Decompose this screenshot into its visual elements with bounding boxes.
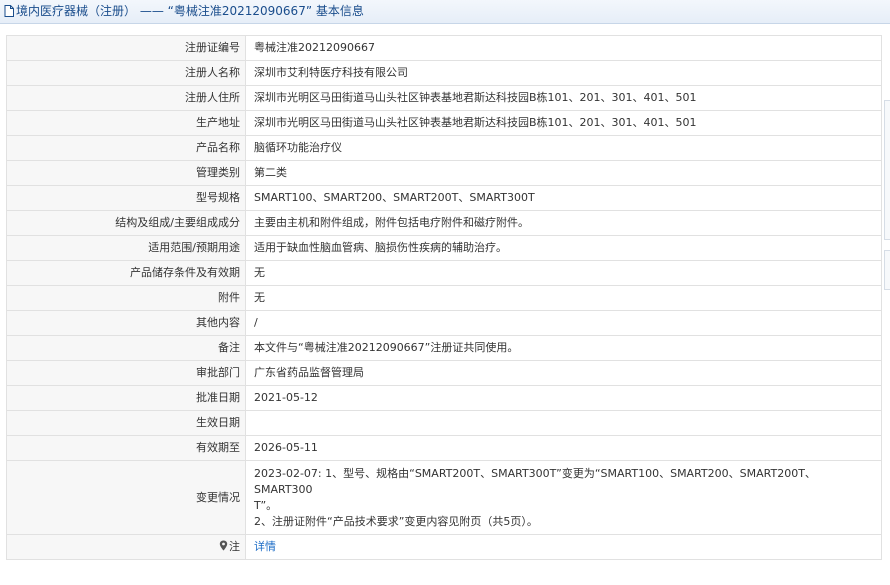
side-scroll-handle-2[interactable] — [884, 250, 890, 290]
row-label: 产品储存条件及有效期 — [6, 260, 246, 286]
note-row: 注 详情 — [6, 534, 882, 560]
page-title-wrap: 境内医疗器械（注册） —— “粤械注准20212090667” 基本信息 — [4, 3, 364, 19]
row-value: 粤械注准20212090667 — [245, 35, 882, 61]
row-label: 注册人住所 — [6, 85, 246, 111]
pin-icon — [219, 540, 228, 551]
row-value: 无 — [245, 260, 882, 286]
table-row: 生效日期 — [6, 410, 882, 436]
table-row: 附件 无 — [6, 285, 882, 311]
table-row: 适用范围/预期用途 适用于缺血性脑血管病、脑损伤性疾病的辅助治疗。 — [6, 235, 882, 261]
change-label: 变更情况 — [6, 460, 246, 535]
table-row: 注册人住所 深圳市光明区马田街道马山头社区钟表基地君斯达科技园B栋101、201… — [6, 85, 882, 111]
row-label: 审批部门 — [6, 360, 246, 386]
table-row: 结构及组成/主要组成成分 主要由主机和附件组成，附件包括电疗附件和磁疗附件。 — [6, 210, 882, 236]
row-label: 注册人名称 — [6, 60, 246, 86]
row-value: 广东省药品监督管理局 — [245, 360, 882, 386]
note-value: 详情 — [245, 534, 882, 560]
row-value: SMART100、SMART200、SMART200T、SMART300T — [245, 185, 882, 211]
row-label: 批准日期 — [6, 385, 246, 411]
row-value: 适用于缺血性脑血管病、脑损伤性疾病的辅助治疗。 — [245, 235, 882, 261]
change-row: 变更情况 2023-02-07: 1、型号、规格由“SMART200T、SMAR… — [6, 460, 882, 535]
table-row: 产品储存条件及有效期 无 — [6, 260, 882, 286]
change-value: 2023-02-07: 1、型号、规格由“SMART200T、SMART300T… — [245, 460, 882, 535]
row-value: 2021-05-12 — [245, 385, 882, 411]
note-label-cell: 注 — [6, 534, 246, 560]
row-label: 型号规格 — [6, 185, 246, 211]
table-row: 产品名称 脑循环功能治疗仪 — [6, 135, 882, 161]
row-label: 生产地址 — [6, 110, 246, 136]
row-value: 第二类 — [245, 160, 882, 186]
table-row: 注册人名称 深圳市艾利特医疗科技有限公司 — [6, 60, 882, 86]
row-label: 产品名称 — [6, 135, 246, 161]
info-table: 注册证编号 粤械注准20212090667 注册人名称 深圳市艾利特医疗科技有限… — [6, 35, 882, 560]
row-value: 脑循环功能治疗仪 — [245, 135, 882, 161]
page-title: 境内医疗器械（注册） —— “粤械注准20212090667” 基本信息 — [16, 4, 364, 18]
change-line-1: 2023-02-07: 1、型号、规格由“SMART200T、SMART300T… — [254, 467, 816, 496]
change-line-2: T”。 — [254, 499, 278, 512]
table-row: 审批部门 广东省药品监督管理局 — [6, 360, 882, 386]
row-label: 适用范围/预期用途 — [6, 235, 246, 261]
row-value: 深圳市艾利特医疗科技有限公司 — [245, 60, 882, 86]
table-row: 注册证编号 粤械注准20212090667 — [6, 35, 882, 61]
row-value: 无 — [245, 285, 882, 311]
row-label: 其他内容 — [6, 310, 246, 336]
row-value: / — [245, 310, 882, 336]
header-bar: 境内医疗器械（注册） —— “粤械注准20212090667” 基本信息 — [0, 0, 890, 24]
side-scroll-handle[interactable] — [884, 100, 890, 240]
row-label: 有效期至 — [6, 435, 246, 461]
row-label: 附件 — [6, 285, 246, 311]
row-label: 结构及组成/主要组成成分 — [6, 210, 246, 236]
table-row: 批准日期 2021-05-12 — [6, 385, 882, 411]
table-row: 备注 本文件与“粤械注准20212090667”注册证共同使用。 — [6, 335, 882, 361]
row-value: 深圳市光明区马田街道马山头社区钟表基地君斯达科技园B栋101、201、301、4… — [245, 85, 882, 111]
table-row: 其他内容 / — [6, 310, 882, 336]
row-value: 主要由主机和附件组成，附件包括电疗附件和磁疗附件。 — [245, 210, 882, 236]
table-row: 管理类别 第二类 — [6, 160, 882, 186]
document-icon — [4, 5, 14, 17]
row-label: 注册证编号 — [6, 35, 246, 61]
row-value: 深圳市光明区马田街道马山头社区钟表基地君斯达科技园B栋101、201、301、4… — [245, 110, 882, 136]
row-value: 2026-05-11 — [245, 435, 882, 461]
table-row: 有效期至 2026-05-11 — [6, 435, 882, 461]
details-link[interactable]: 详情 — [254, 540, 276, 553]
table-row: 生产地址 深圳市光明区马田街道马山头社区钟表基地君斯达科技园B栋101、201、… — [6, 110, 882, 136]
table-row: 型号规格 SMART100、SMART200、SMART200T、SMART30… — [6, 185, 882, 211]
change-line-3: 2、注册证附件“产品技术要求”变更内容见附页（共5页）。 — [254, 515, 538, 528]
row-value — [245, 410, 882, 436]
note-label: 注 — [229, 540, 240, 553]
row-label: 管理类别 — [6, 160, 246, 186]
row-value: 本文件与“粤械注准20212090667”注册证共同使用。 — [245, 335, 882, 361]
row-label: 备注 — [6, 335, 246, 361]
row-label: 生效日期 — [6, 410, 246, 436]
